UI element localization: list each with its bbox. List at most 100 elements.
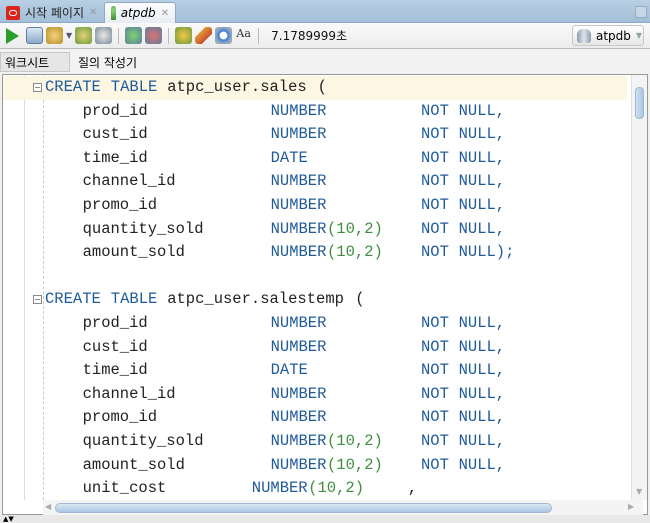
- sql-keyword: TABLE: [110, 78, 158, 96]
- close-icon[interactable]: ✕: [89, 7, 97, 18]
- code-line: time_id DATE NOT NULL,: [3, 359, 627, 383]
- run-script-icon[interactable]: [26, 27, 43, 44]
- type-precision: (10,2): [327, 455, 383, 474]
- sql-keyword: CREATE: [45, 78, 101, 96]
- column-type: NUMBER: [270, 432, 327, 450]
- sql-keyword: NOT: [421, 432, 449, 450]
- scroll-right-arrow[interactable]: ▶: [628, 502, 634, 511]
- table-name: atpc_user.salestemp: [167, 290, 344, 309]
- column-name: channel_id: [82, 172, 176, 191]
- paren: (: [355, 290, 365, 309]
- sql-keyword: NOT: [421, 243, 449, 262]
- tab-label: 시작 페이지: [25, 6, 85, 20]
- vertical-scrollbar[interactable]: ▼: [631, 75, 647, 500]
- column-name: time_id: [82, 148, 148, 167]
- horizontal-scroll-thumb[interactable]: [55, 503, 552, 513]
- run-statement-icon[interactable]: [6, 27, 19, 44]
- code-line: quantity_sold NUMBER (10,2) NOT NULL,: [3, 430, 627, 454]
- column-type: NUMBER: [270, 196, 327, 214]
- scroll-left-arrow[interactable]: ◀: [45, 502, 51, 511]
- type-precision: (10,2): [327, 243, 383, 262]
- sql-keyword: NOT: [421, 219, 449, 238]
- constraint: NULL,: [458, 455, 506, 474]
- chevron-down-icon[interactable]: ▼: [66, 31, 72, 40]
- sql-keyword: NOT: [421, 125, 449, 144]
- sql-keyword: CREATE: [45, 290, 101, 309]
- connection-selector[interactable]: atpdb ▼: [572, 25, 644, 46]
- constraint: NULL,: [458, 361, 506, 380]
- column-name: cust_id: [82, 125, 148, 144]
- constraint: NULL,: [458, 101, 506, 120]
- column-type: NUMBER: [270, 384, 327, 403]
- sql-editor[interactable]: − CREATE TABLE atpc_user.sales(prod_id NUMBE…: [2, 74, 648, 515]
- code-line: unit_cost NUMBER (10,2),: [3, 477, 627, 500]
- column-type: NUMBER: [270, 408, 327, 427]
- column-type: NUMBER: [270, 337, 327, 356]
- chevron-down-icon: ▼: [635, 31, 643, 40]
- column-type: DATE: [270, 148, 308, 167]
- sql-keyword: NOT: [421, 361, 449, 380]
- constraint: NULL,: [458, 384, 506, 403]
- tab-list-menu-button[interactable]: [635, 6, 647, 18]
- table-name: atpc_user.sales: [167, 78, 307, 96]
- column-type: NUMBER: [270, 314, 327, 332]
- sql-keyword: NOT: [421, 314, 449, 332]
- horizontal-scrollbar[interactable]: ◀ ▶: [43, 500, 643, 515]
- sql-keyword: NOT: [421, 196, 449, 214]
- sql-keyword: NOT: [421, 101, 449, 120]
- sql-keyword: NOT: [421, 455, 449, 474]
- commit-icon[interactable]: [46, 27, 63, 44]
- code-line: prod_id NUMBER NOT NULL,: [3, 312, 627, 336]
- autotrace-icon[interactable]: [75, 27, 93, 44]
- code-line: channel_id NUMBER NOT NULL,: [3, 383, 627, 407]
- commit-check-icon[interactable]: [125, 27, 143, 44]
- tab-start-page[interactable]: 시작 페이지 ✕: [0, 2, 104, 23]
- type-precision: (10,2): [327, 432, 383, 450]
- constraint: NULL,: [458, 408, 506, 427]
- fold-toggle-icon[interactable]: −: [33, 295, 42, 305]
- tab-atpdb[interactable]: atpdb ✕: [104, 2, 176, 23]
- vertical-scroll-thumb[interactable]: [635, 87, 644, 119]
- type-precision: (10,2): [327, 219, 383, 238]
- code-line: channel_id NUMBER NOT NULL,: [3, 170, 627, 194]
- constraint: NULL,: [458, 337, 506, 356]
- constraint: NULL,: [458, 432, 506, 450]
- constraint: NULL,: [458, 219, 506, 238]
- constraint: NULL,: [458, 125, 506, 144]
- scroll-down-arrow[interactable]: ▼: [636, 487, 642, 496]
- sql-keyword: NOT: [421, 172, 449, 191]
- close-icon[interactable]: ✕: [161, 8, 169, 19]
- column-name: amount_sold: [82, 243, 185, 262]
- document-tab-bar: 시작 페이지 ✕ atpdb ✕: [0, 0, 650, 23]
- sql-keyword: TABLE: [110, 290, 158, 309]
- toolbar-separator: [168, 27, 170, 44]
- sql-keyword: NOT: [421, 408, 449, 427]
- rollback-icon[interactable]: [145, 27, 163, 44]
- tab-query-builder[interactable]: 질의 작성기: [74, 52, 137, 72]
- constraint: NULL);: [458, 243, 515, 262]
- type-precision: (10,2): [308, 479, 364, 498]
- history-icon[interactable]: [215, 27, 233, 44]
- column-type: DATE: [270, 361, 308, 380]
- database-icon: [577, 28, 591, 43]
- explain-plan-icon[interactable]: [95, 27, 113, 44]
- clear-icon[interactable]: [195, 27, 213, 44]
- format-icon[interactable]: Aa: [235, 27, 252, 44]
- column-name: amount_sold: [82, 455, 185, 474]
- sql-tuning-icon[interactable]: [175, 27, 193, 44]
- code-line: cust_id NUMBER NOT NULL,: [3, 123, 627, 147]
- column-name: channel_id: [82, 384, 176, 403]
- column-type: NUMBER: [270, 101, 327, 120]
- code-line: prod_id NUMBER NOT NULL,: [3, 100, 627, 124]
- tab-worksheet[interactable]: 워크시트: [0, 52, 70, 72]
- code-line: − CREATE TABLE atpc_user.salestemp (: [3, 288, 627, 312]
- column-name: prod_id: [82, 314, 148, 332]
- code-line: amount_sold NUMBER (10,2) NOT NULL,: [3, 454, 627, 478]
- paren: (: [317, 78, 327, 96]
- split-handle[interactable]: ▲▼: [0, 515, 650, 523]
- code-line: time_id DATE NOT NULL,: [3, 147, 627, 171]
- fold-toggle-icon[interactable]: −: [33, 83, 42, 92]
- code-area[interactable]: − CREATE TABLE atpc_user.sales(prod_id NUMBE…: [3, 75, 627, 500]
- constraint: NULL,: [458, 314, 506, 332]
- sql-keyword: NOT: [421, 384, 449, 403]
